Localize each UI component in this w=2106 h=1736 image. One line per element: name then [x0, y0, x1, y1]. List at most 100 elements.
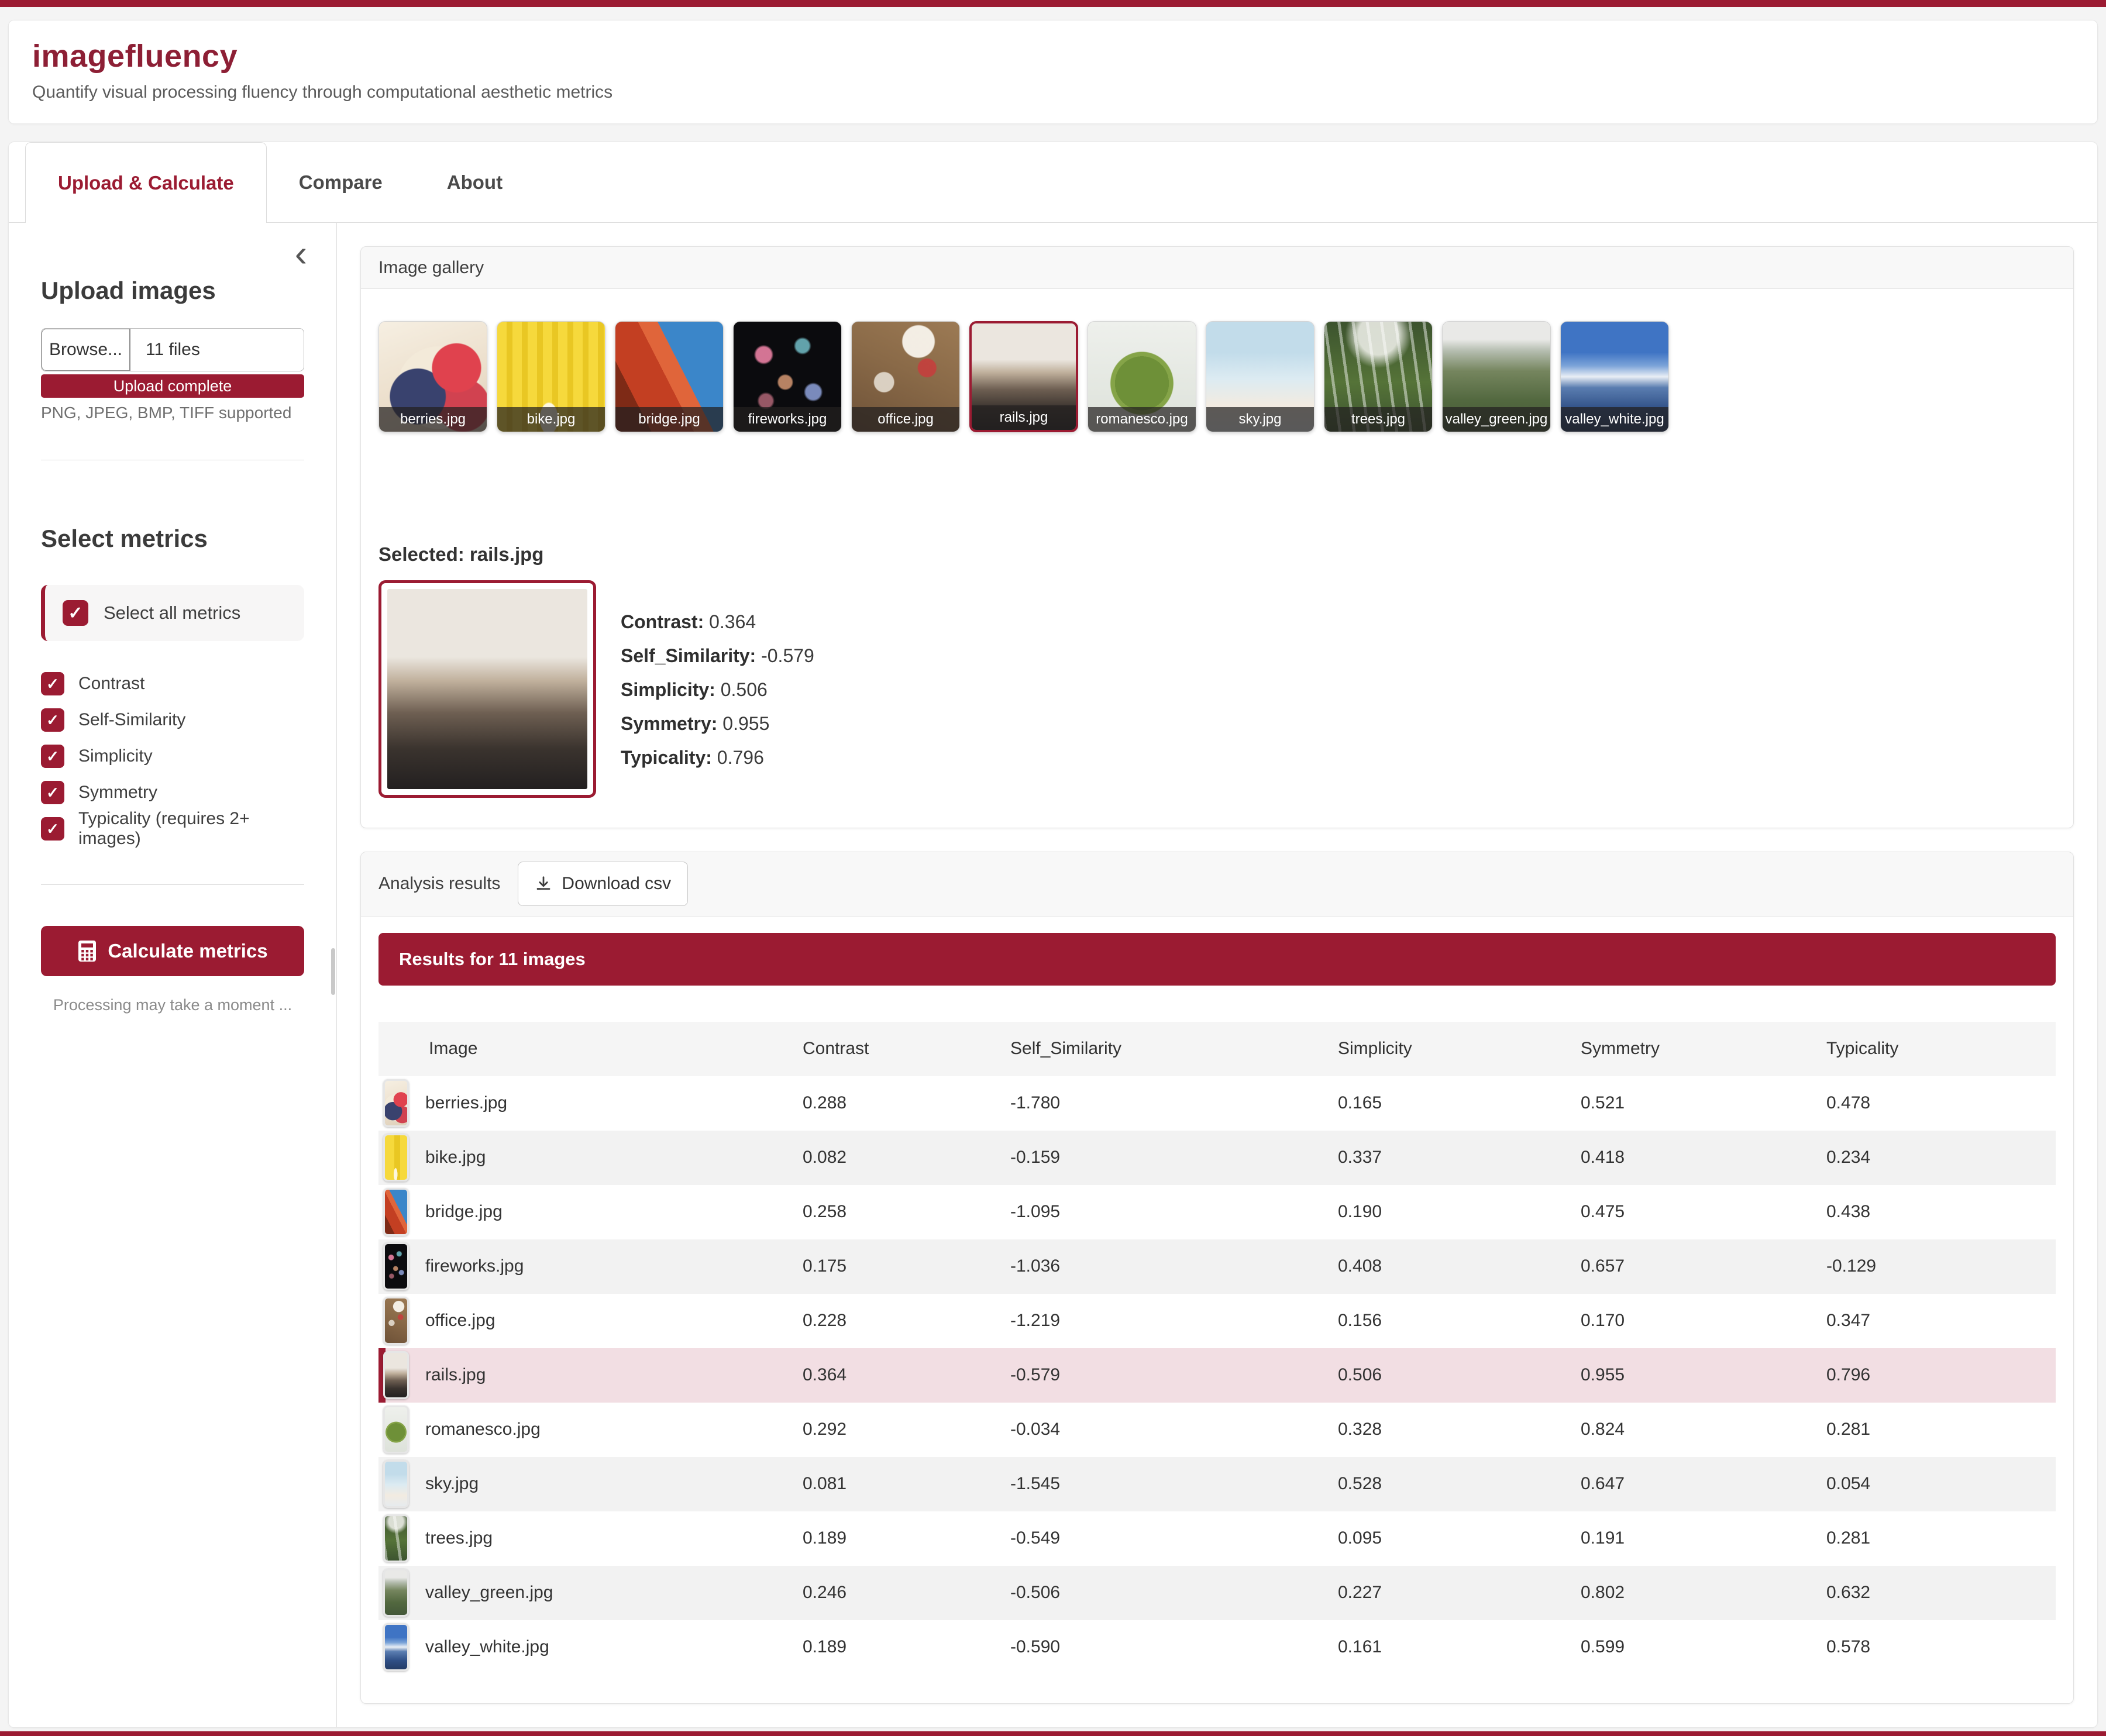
cell-self-similarity: -0.590 — [1010, 1637, 1338, 1657]
analysis-results-header: Analysis results Download csv — [361, 852, 2073, 917]
sidebar-collapse-button[interactable]: ‹ — [295, 235, 307, 272]
cell-symmetry: 0.657 — [1581, 1256, 1826, 1276]
cell-self-similarity: -1.036 — [1010, 1256, 1338, 1276]
cell-self-similarity: -0.579 — [1010, 1365, 1338, 1385]
sidebar-scrollbar[interactable] — [331, 948, 335, 995]
cell-contrast: 0.189 — [803, 1528, 1010, 1548]
cell-simplicity: 0.190 — [1338, 1202, 1581, 1222]
cell-typicality: 0.478 — [1826, 1093, 2056, 1113]
gallery-item-valley-green[interactable]: valley_green.jpg — [1442, 321, 1551, 432]
contrast-checkbox[interactable]: ✓ — [41, 672, 64, 695]
browse-button[interactable]: Browse... — [42, 329, 130, 371]
tab-bar: Upload & Calculate Compare About — [9, 142, 2097, 223]
thumbnail-row: berries.jpg bike.jpg bridge.jpg fir — [378, 321, 2056, 432]
gallery-item-sky[interactable]: sky.jpg — [1206, 321, 1314, 432]
cell-typicality: 0.796 — [1826, 1365, 2056, 1385]
files-field[interactable]: 11 files — [130, 329, 304, 371]
select-all-checkbox[interactable]: ✓ — [63, 600, 88, 626]
fireworks-row-thumbnail — [383, 1242, 409, 1290]
cell-symmetry: 0.170 — [1581, 1311, 1826, 1331]
cell-self-similarity: -0.034 — [1010, 1420, 1338, 1439]
gallery-item-bridge[interactable]: bridge.jpg — [615, 321, 724, 432]
select-all-metrics-item[interactable]: ✓ Select all metrics — [41, 585, 304, 641]
metric-label: Simplicity: — [621, 679, 715, 700]
gallery-item-office[interactable]: office.jpg — [851, 321, 960, 432]
trees-row-thumbnail — [383, 1514, 409, 1562]
sidebar-divider-2 — [41, 884, 304, 885]
typicality-checkbox[interactable]: ✓ — [41, 817, 64, 841]
cell-self-similarity: -0.549 — [1010, 1528, 1338, 1548]
cell-simplicity: 0.095 — [1338, 1528, 1581, 1548]
image-gallery-body: berries.jpg bike.jpg bridge.jpg fir — [361, 289, 2073, 828]
row-filename: berries.jpg — [425, 1093, 507, 1113]
tab-about[interactable]: About — [415, 142, 535, 222]
simplicity-checkbox[interactable]: ✓ — [41, 745, 64, 768]
cell-simplicity: 0.165 — [1338, 1093, 1581, 1113]
gallery-item-rails-selected[interactable]: rails.jpg — [969, 321, 1078, 432]
upload-progress-bar: Upload complete — [41, 374, 304, 398]
table-row-rails-highlighted[interactable]: rails.jpg 0.364 -0.579 0.506 0.955 0.796 — [378, 1348, 2056, 1403]
table-row-bridge[interactable]: bridge.jpg 0.258 -1.095 0.190 0.475 0.43… — [378, 1185, 2056, 1239]
row-filename: fireworks.jpg — [425, 1256, 524, 1276]
table-row-bike[interactable]: bike.jpg 0.082 -0.159 0.337 0.418 0.234 — [378, 1131, 2056, 1185]
top-accent-bar — [0, 0, 2106, 7]
main-content: Image gallery berries.jpg bike.jpg — [337, 223, 2097, 1727]
table-row-valley-white[interactable]: valley_white.jpg 0.189 -0.590 0.161 0.59… — [378, 1620, 2056, 1675]
gallery-item-fireworks[interactable]: fireworks.jpg — [733, 321, 842, 432]
gallery-item-berries[interactable]: berries.jpg — [378, 321, 487, 432]
self-similarity-label: Self-Similarity — [78, 710, 185, 730]
thumbnail-caption: sky.jpg — [1206, 407, 1314, 432]
bridge-row-thumbnail — [383, 1188, 409, 1236]
gallery-item-bike[interactable]: bike.jpg — [497, 321, 605, 432]
table-row-berries[interactable]: berries.jpg 0.288 -1.780 0.165 0.521 0.4… — [378, 1076, 2056, 1131]
table-row-office[interactable]: office.jpg 0.228 -1.219 0.156 0.170 0.34… — [378, 1294, 2056, 1348]
symmetry-checkbox[interactable]: ✓ — [41, 781, 64, 804]
table-row-valley-green[interactable]: valley_green.jpg 0.246 -0.506 0.227 0.80… — [378, 1566, 2056, 1620]
metric-option-symmetry[interactable]: ✓ Symmetry — [41, 774, 304, 811]
metric-options-list: ✓ Contrast ✓ Self-Similarity ✓ Simplicit… — [41, 666, 304, 847]
metric-option-simplicity[interactable]: ✓ Simplicity — [41, 738, 304, 774]
calculate-metrics-button[interactable]: Calculate metrics — [41, 926, 304, 976]
table-row-romanesco[interactable]: romanesco.jpg 0.292 -0.034 0.328 0.824 0… — [378, 1403, 2056, 1457]
simplicity-label: Simplicity — [78, 746, 153, 766]
thumbnail-caption: romanesco.jpg — [1088, 407, 1196, 432]
thumbnail-caption: trees.jpg — [1324, 407, 1432, 432]
row-filename: valley_green.jpg — [425, 1583, 553, 1603]
gallery-item-trees[interactable]: trees.jpg — [1324, 321, 1433, 432]
table-row-sky[interactable]: sky.jpg 0.081 -1.545 0.528 0.647 0.054 — [378, 1457, 2056, 1511]
metric-label: Typicality: — [621, 747, 712, 768]
contrast-label: Contrast — [78, 674, 144, 694]
gallery-item-valley-white[interactable]: valley_white.jpg — [1560, 321, 1669, 432]
processing-note: Processing may take a moment ... — [41, 996, 304, 1014]
metric-option-typicality[interactable]: ✓ Typicality (requires 2+ images) — [41, 811, 304, 847]
cell-contrast: 0.288 — [803, 1093, 1010, 1113]
cell-symmetry: 0.802 — [1581, 1583, 1826, 1603]
cell-typicality: 0.281 — [1826, 1420, 2056, 1439]
cell-self-similarity: -0.159 — [1010, 1148, 1338, 1167]
table-row-fireworks[interactable]: fireworks.jpg 0.175 -1.036 0.408 0.657 -… — [378, 1239, 2056, 1294]
table-row-trees[interactable]: trees.jpg 0.189 -0.549 0.095 0.191 0.281 — [378, 1511, 2056, 1566]
self-similarity-checkbox[interactable]: ✓ — [41, 708, 64, 732]
gallery-item-romanesco[interactable]: romanesco.jpg — [1088, 321, 1196, 432]
metric-option-self-similarity[interactable]: ✓ Self-Similarity — [41, 702, 304, 738]
tab-upload-calculate[interactable]: Upload & Calculate — [25, 142, 267, 223]
cell-contrast: 0.246 — [803, 1583, 1010, 1603]
upload-formats-note: PNG, JPEG, BMP, TIFF supported — [41, 404, 304, 422]
download-csv-button[interactable]: Download csv — [518, 862, 688, 906]
tab-compare[interactable]: Compare — [267, 142, 415, 222]
rails-preview-image — [387, 589, 587, 789]
row-filename: romanesco.jpg — [425, 1420, 541, 1439]
select-all-label: Select all metrics — [104, 602, 240, 624]
row-filename: trees.jpg — [425, 1528, 493, 1548]
app-header: imagefluency Quantify visual processing … — [8, 20, 2098, 124]
file-upload-control: Browse... 11 files — [41, 328, 304, 371]
metric-value: 0.506 — [721, 679, 768, 700]
cell-symmetry: 0.647 — [1581, 1474, 1826, 1494]
cell-symmetry: 0.824 — [1581, 1420, 1826, 1439]
metric-option-contrast[interactable]: ✓ Contrast — [41, 666, 304, 702]
selected-image-metrics: Contrast: 0.364 Self_Similarity: -0.579 … — [621, 580, 814, 798]
metric-value: -0.579 — [761, 645, 814, 666]
metric-value: 0.796 — [717, 747, 764, 768]
metrics-heading: Select metrics — [41, 525, 304, 553]
valley-white-row-thumbnail — [383, 1623, 409, 1671]
